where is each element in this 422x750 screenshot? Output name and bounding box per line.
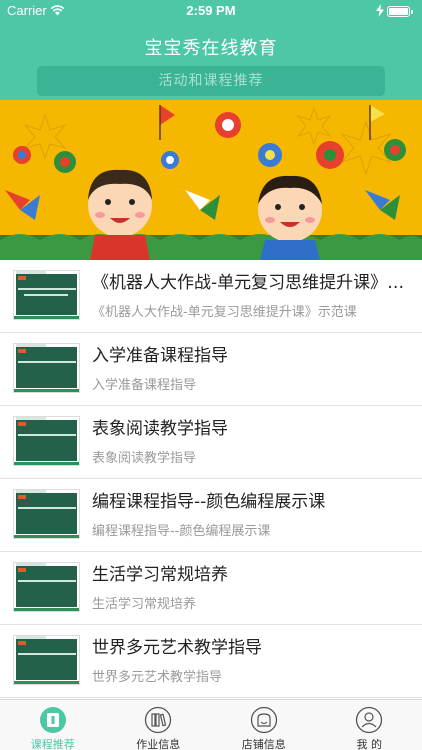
course-subtitle: 编程课程指导--颜色编程展示课 (92, 524, 271, 539)
status-bar: Carrier 2:59 PM (0, 0, 422, 22)
app-header: Carrier 2:59 PM 宝宝秀在线教育 活动和课程推荐 (0, 0, 422, 100)
store-icon (250, 706, 277, 734)
course-subtitle: 生活学习常规培养 (92, 597, 197, 612)
books-icon (145, 706, 172, 734)
app-title: 宝宝秀在线教育 (144, 38, 278, 59)
course-title: 表象阅读教学指导 (92, 419, 228, 439)
course-title: 入学准备课程指导 (92, 346, 228, 366)
course-item[interactable]: 《机器人大作战-单元复习思维提升课》示范课 《机器人大作战-单元复习思维提升课》… (0, 260, 422, 333)
course-thumbnail (13, 635, 80, 685)
tab-label: 店铺信息 (241, 738, 286, 750)
tab-homework-info[interactable]: 作业信息 (106, 700, 212, 750)
course-title: 世界多元艺术教学指导 (92, 638, 262, 658)
course-item[interactable]: 入学准备课程指导 入学准备课程指导 (0, 333, 422, 406)
course-subtitle: 《机器人大作战-单元复习思维提升课》示范课 (92, 305, 357, 320)
course-item[interactable]: 世界多元艺术教学指导 世界多元艺术教学指导 (0, 625, 422, 698)
course-list: 《机器人大作战-单元复习思维提升课》示范课 《机器人大作战-单元复习思维提升课》… (0, 260, 422, 699)
tab-course-recommend[interactable]: 课程推荐 (0, 700, 106, 750)
course-item[interactable]: 生活学习常规培养 生活学习常规培养 (0, 552, 422, 625)
course-thumbnail (13, 343, 80, 393)
user-icon (356, 706, 383, 734)
course-title: 生活学习常规培养 (92, 565, 228, 585)
banner-image[interactable] (0, 100, 422, 260)
charging-icon (376, 4, 384, 17)
tab-me[interactable]: 我 的 (317, 700, 422, 750)
tab-label: 我 的 (356, 738, 383, 750)
tab-label: 课程推荐 (30, 738, 75, 750)
course-item[interactable]: 编程课程指导--颜色编程展示课 编程课程指导--颜色编程展示课 (0, 479, 422, 552)
battery-icon (387, 6, 413, 17)
course-title: 编程课程指导--颜色编程展示课 (92, 492, 326, 512)
course-thumbnail (13, 416, 80, 466)
course-thumbnail (13, 489, 80, 539)
course-thumbnail (13, 562, 80, 612)
course-subtitle: 表象阅读教学指导 (92, 451, 197, 466)
search-bar[interactable]: 活动和课程推荐 (37, 66, 385, 96)
course-subtitle: 入学准备课程指导 (92, 378, 197, 393)
course-item[interactable]: 表象阅读教学指导 表象阅读教学指导 (0, 406, 422, 479)
course-title: 《机器人大作战-单元复习思维提升课》示范课 (92, 273, 410, 293)
course-subtitle: 世界多元艺术教学指导 (92, 670, 223, 685)
course-thumbnail (13, 270, 80, 320)
tab-bar: 课程推荐 作业信息 店铺信息 我 的 (0, 699, 422, 750)
status-time: 2:59 PM (186, 3, 236, 18)
tab-label: 作业信息 (136, 738, 181, 750)
banner-illustration (0, 100, 422, 260)
course-icon (39, 707, 66, 733)
tab-store-info[interactable]: 店铺信息 (211, 700, 317, 750)
